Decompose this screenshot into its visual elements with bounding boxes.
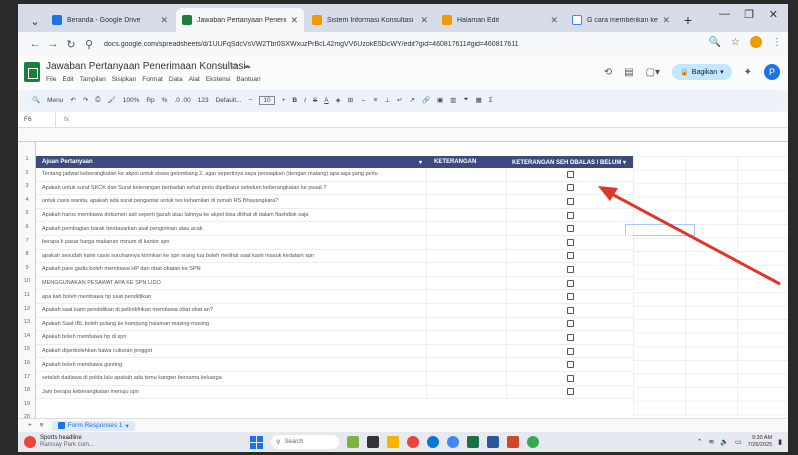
screen: ⌄ Beranda - Google Drive ✕ Jawaban Perta… xyxy=(18,4,788,452)
arrow-head xyxy=(598,186,618,201)
red-arrow-annotation xyxy=(598,186,781,286)
arrow-shaft xyxy=(607,190,781,286)
